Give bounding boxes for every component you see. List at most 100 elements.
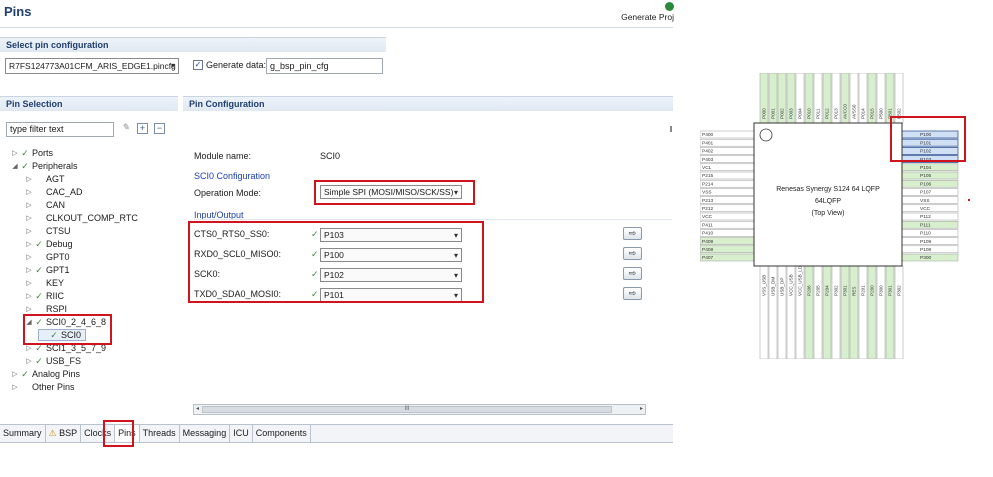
scroll-left-icon[interactable]: ◂ <box>194 405 201 414</box>
check-icon: ✓ <box>21 160 29 171</box>
tab-icu[interactable]: ICU <box>230 425 253 442</box>
tree-collapsed-icon[interactable]: ▷ <box>24 175 34 183</box>
chip-pin-label: P411 <box>702 222 713 228</box>
tree-collapsed-icon[interactable]: ▷ <box>24 201 34 209</box>
highlight-io-rows <box>188 221 484 303</box>
tree-collapsed-icon[interactable]: ▷ <box>24 357 34 365</box>
tree-item[interactable]: ▷ CAC_AD <box>24 186 82 198</box>
chip-pin-label: P108 <box>920 247 932 253</box>
tree-collapsed-icon[interactable]: ▷ <box>10 370 20 378</box>
tree-item[interactable]: ▷ CAN <box>24 199 65 211</box>
chip-pin <box>867 265 877 360</box>
filter-input[interactable]: type filter text <box>6 122 114 137</box>
tree-collapsed-icon[interactable]: ▷ <box>24 253 34 261</box>
tree-collapsed-icon[interactable]: ▷ <box>24 214 34 222</box>
chip-pin-label: AVCC0 <box>843 104 848 119</box>
tree-item[interactable]: ▷ GPT0 <box>24 251 69 263</box>
chip-pin <box>813 265 823 360</box>
pin-selection-header: Pin Selection <box>0 96 178 111</box>
tab-summary[interactable]: Summary <box>0 425 46 442</box>
tree-item[interactable]: ▷ AGT <box>24 173 64 185</box>
chip-diagram: P000 P001 P002 P003 P004 P010 P011 P012 P013 AVCC… <box>699 72 966 360</box>
chip-pin-label: P012 <box>825 108 830 119</box>
chip-pin-label: P000 <box>762 108 767 119</box>
chip-pin <box>901 196 959 204</box>
tree-item-label: Analog Pins <box>32 369 81 379</box>
tree-item[interactable]: ▷ ✓ USB_FS <box>24 355 81 367</box>
chip-name: Renesas Synergy S124 64 LQFP <box>776 186 880 193</box>
pin-configuration-header: Pin Configuration <box>183 96 673 111</box>
tree-item-label: KEY <box>46 278 65 288</box>
chip-pin-label: VCL <box>702 165 712 171</box>
tree-collapsed-icon[interactable]: ▷ <box>24 266 34 274</box>
check-icon: ✓ <box>35 290 43 301</box>
module-name-label: Module name: <box>194 151 252 161</box>
chip-pin <box>831 265 841 360</box>
tree-collapsed-icon[interactable]: ▷ <box>10 149 20 157</box>
chip-pin-label: P014 <box>861 108 866 119</box>
tree-item[interactable]: ◢ ✓ Peripherals <box>10 160 77 172</box>
tab-threads[interactable]: Threads <box>140 425 180 442</box>
chip-pin-label: P302 <box>897 285 902 296</box>
tree-expanded-icon[interactable]: ◢ <box>10 162 20 170</box>
tree-item[interactable]: ▷ ✓ Debug <box>24 238 72 250</box>
pin-config-dropdown[interactable]: R7FS124773A01CFM_ARIS_EDGE1.pincfg ▾ <box>5 58 179 74</box>
chip-pin-label: VCC <box>702 214 713 220</box>
clear-filter-icon[interactable]: ✎ <box>120 123 131 134</box>
chip-pin-label: VSS_USB <box>762 275 767 296</box>
tab-bsp[interactable]: ⚠ BSP <box>46 425 82 442</box>
generate-data-input[interactable]: g_bsp_pin_cfg <box>266 58 383 74</box>
tree-collapsed-icon[interactable]: ▷ <box>10 383 20 391</box>
tree-item[interactable]: ▷ CTSU <box>24 225 70 237</box>
expand-all-icon[interactable]: + <box>137 123 148 134</box>
tree-collapsed-icon[interactable]: ▷ <box>24 240 34 248</box>
generate-icon <box>665 2 674 11</box>
editor-tabs: Summary ⚠ BSP Clocks Pins Threads Messaging IC… <box>0 424 673 443</box>
generate-data-label: Generate data: <box>206 60 267 70</box>
chip-pin-label: P004 <box>798 108 803 119</box>
chip-view: (Top View) <box>812 210 845 217</box>
tree-item[interactable]: ▷ KEY <box>24 277 64 289</box>
goto-pin-arrow-icon[interactable]: ⇨ <box>623 267 642 280</box>
chip-pin <box>822 265 832 360</box>
check-icon: ✓ <box>35 238 43 249</box>
tree-item[interactable]: ▷ ✓ Ports <box>10 147 53 159</box>
tab-messaging[interactable]: Messaging <box>180 425 231 442</box>
chip-pin-label: P205 <box>816 285 821 296</box>
chevron-down-icon: ▾ <box>170 61 175 70</box>
chip-pin-label: P400 <box>702 132 714 138</box>
tree-item[interactable]: ▷ Other Pins <box>10 381 74 393</box>
chip-pin-label: P011 <box>816 108 821 119</box>
collapse-all-icon[interactable]: − <box>154 123 165 134</box>
tab-components[interactable]: Components <box>253 425 311 442</box>
chip-pin-label: P112 <box>920 214 931 220</box>
tree-item-label: GPT1 <box>46 265 70 275</box>
chip-pin-label: P402 <box>702 149 714 155</box>
scroll-right-icon[interactable]: ▸ <box>638 405 645 414</box>
goto-pin-arrow-icon[interactable]: ⇨ <box>623 287 642 300</box>
tree-item[interactable]: ▷ ✓ GPT1 <box>24 264 70 276</box>
tree-collapsed-icon[interactable]: ▷ <box>24 279 34 287</box>
tree-collapsed-icon[interactable]: ▷ <box>24 305 34 313</box>
goto-pin-arrow-icon[interactable]: ⇨ <box>623 227 642 240</box>
generate-data-checkbox[interactable]: ✓ <box>193 60 203 70</box>
tree-item[interactable]: ▷ ✓ RIIC <box>24 290 64 302</box>
chip-pin-label: P500 <box>879 108 884 119</box>
goto-pin-arrow-icon[interactable]: ⇨ <box>623 247 642 260</box>
tree-collapsed-icon[interactable]: ▷ <box>24 188 34 196</box>
check-icon: ✓ <box>21 368 29 379</box>
pin-config-value: R7FS124773A01CFM_ARIS_EDGE1.pincfg <box>9 61 176 71</box>
generate-project-button[interactable]: Generate Proj <box>621 2 674 22</box>
tree-toolbar: ✎ + − <box>120 123 165 134</box>
chip-pin-label: P110 <box>920 231 931 237</box>
horizontal-scrollbar[interactable]: ◂ III ▸ <box>193 404 646 415</box>
tree-item[interactable]: ▷ CLKOUT_COMP_RTC <box>24 212 138 224</box>
chip-pin <box>804 265 814 360</box>
check-icon: ✓ <box>35 264 43 275</box>
tree-collapsed-icon[interactable]: ▷ <box>24 292 34 300</box>
tree-collapsed-icon[interactable]: ▷ <box>24 227 34 235</box>
tree-collapsed-icon[interactable]: ▷ <box>24 344 34 352</box>
tree-item[interactable]: ▷ ✓ Analog Pins <box>10 368 80 380</box>
chip-pin-label: P010 <box>807 108 812 119</box>
scroll-thumb[interactable]: III <box>202 406 612 413</box>
